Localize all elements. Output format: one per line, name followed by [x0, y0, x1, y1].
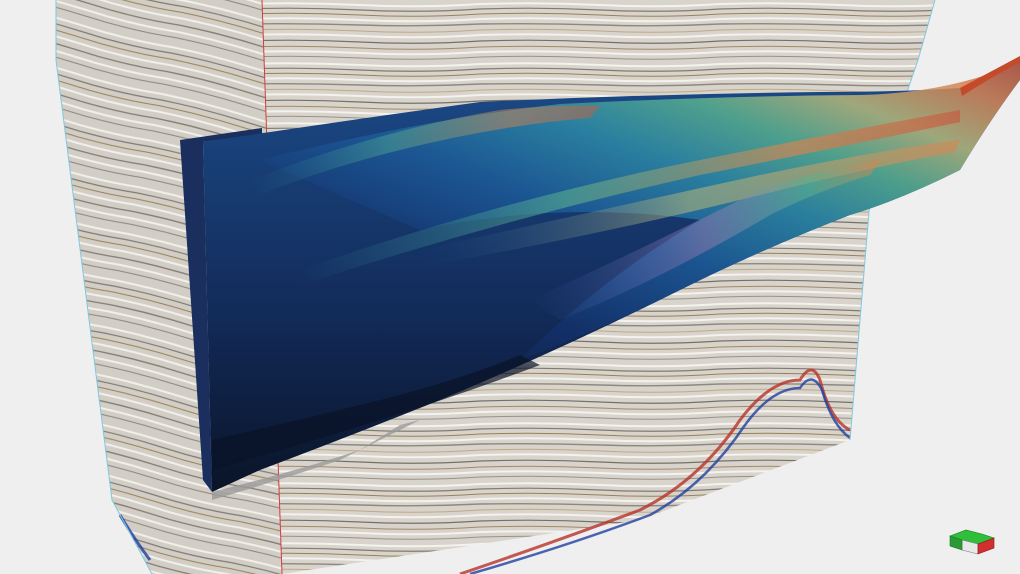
3d-viewport[interactable]	[0, 0, 1020, 574]
seismic-scene[interactable]	[0, 0, 1020, 574]
orientation-cube-widget[interactable]	[946, 526, 998, 562]
